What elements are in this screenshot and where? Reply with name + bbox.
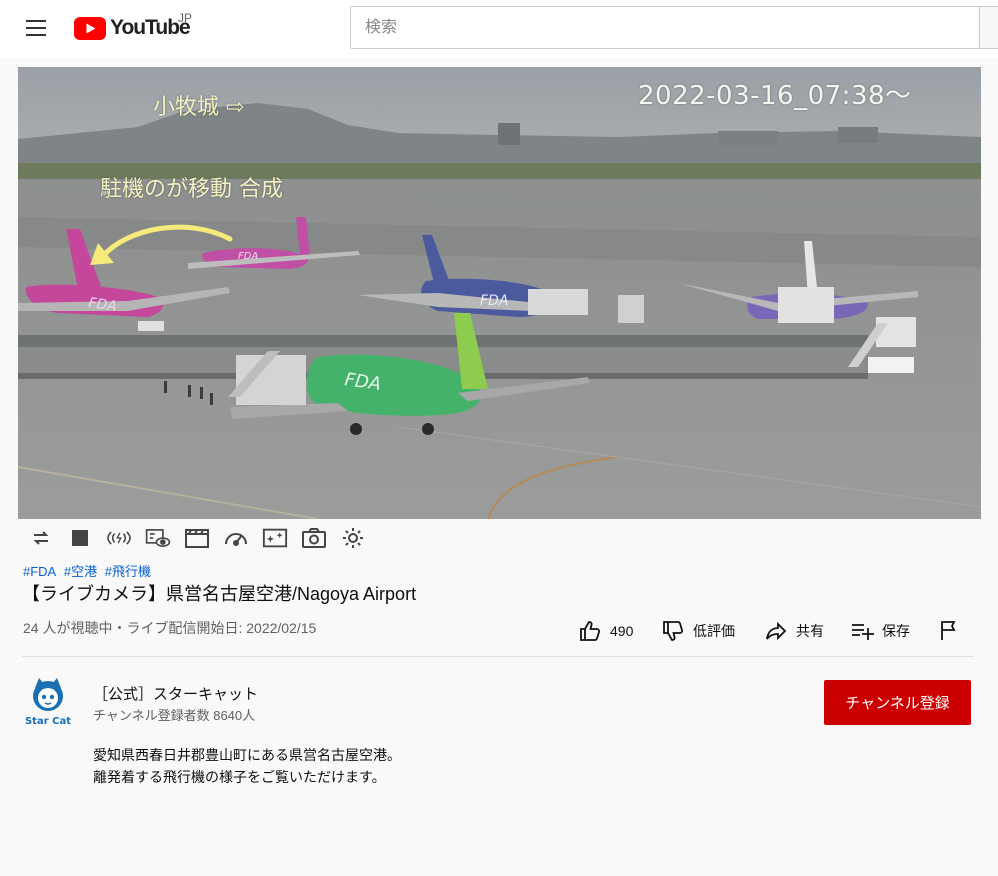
fuselage-label: FDA [238,251,258,262]
loop-icon[interactable] [28,525,54,551]
video-meta: 24 人が視聴中・ライブ配信開始日: 2022/02/15 [23,620,317,636]
menu-icon[interactable] [20,16,52,40]
like-count: 490 [610,623,634,639]
broadcast-icon[interactable] [106,525,132,551]
subscribe-button[interactable]: チャンネル登録 [824,680,971,725]
sparkle-frame-icon[interactable] [262,525,288,551]
speedometer-icon[interactable] [223,525,249,551]
flag-icon [941,621,956,640]
camera-view-icon[interactable] [145,525,171,551]
channel-avatar[interactable]: Star Cat [22,676,74,728]
share-button[interactable]: 共有 [764,616,824,646]
settings-gear-icon[interactable] [340,525,366,551]
hashtag-link[interactable]: #FDA [23,564,56,579]
channel-name[interactable]: ［公式］スターキャット [93,683,258,704]
save-button[interactable]: 保存 [850,616,910,646]
snapshot-camera-icon[interactable] [301,525,327,551]
divider [22,656,974,657]
share-arrow-icon [766,621,787,641]
video-title: 【ライブカメラ】県営名古屋空港/Nagoya Airport [22,584,417,604]
hashtag-link[interactable]: #飛行機 [105,564,151,579]
like-button[interactable]: 490 [578,616,633,646]
overlay-note: 駐機のが移動 合成 [100,177,283,202]
overlay-castle-label: 小牧城 ⇨ [153,95,245,120]
overlay-timestamp: 2022-03-16_07:38〜 [638,81,912,111]
subscriber-count: チャンネル登録者数 8640人 [93,708,256,723]
masthead: YouTube JP [0,0,998,58]
thumbs-up-icon [580,621,601,641]
video-description: 愛知県西春日井郡豊山町にある県営名古屋空港。 離発着する飛行機の様子をご覧いただ… [93,744,401,788]
hashtag-link[interactable]: #空港 [64,564,97,579]
dislike-button[interactable]: 低評価 [661,616,735,646]
share-label: 共有 [796,623,824,639]
playlist-add-icon [852,624,874,640]
search-button[interactable] [979,6,998,49]
video-player[interactable]: FDA FDA FDA FDA 2022-03-16_07:38〜 小牧城 ⇨ … [18,67,981,519]
youtube-play-icon [74,16,106,40]
hashtags: #FDA #空港 #飛行機 [23,561,155,580]
country-code: JP [178,11,193,25]
video-frame: FDA FDA FDA FDA [18,67,981,519]
search-input[interactable] [350,6,980,49]
player-toolbar [18,522,981,554]
stop-icon[interactable] [67,525,93,551]
avatar-text: Star Cat [25,716,71,727]
dislike-label: 低評価 [693,623,735,639]
fuselage-label: FDA [480,293,508,309]
report-button[interactable] [937,616,969,646]
thumbs-down-icon [663,621,684,641]
description-line: 愛知県西春日井郡豊山町にある県営名古屋空港。 [93,747,401,763]
clapperboard-icon[interactable] [184,525,210,551]
save-label: 保存 [882,623,910,639]
description-line: 離発着する飛行機の様子をご覧いただけます。 [93,769,386,785]
youtube-logo[interactable]: YouTube [74,14,191,42]
